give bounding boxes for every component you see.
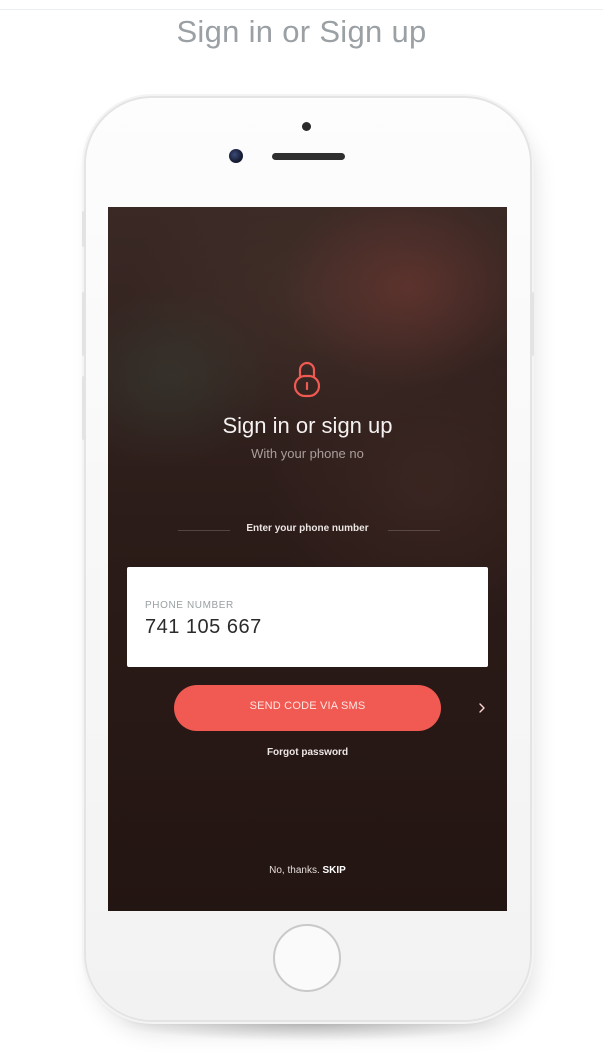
lock-icon xyxy=(293,361,321,398)
chevron-right-icon xyxy=(479,703,485,713)
forgot-password-link[interactable]: Forgot password xyxy=(108,747,507,758)
proximity-sensor xyxy=(302,122,311,131)
screen-subtitle: With your phone no xyxy=(251,446,364,461)
home-button[interactable] xyxy=(273,924,341,992)
volume-up-button xyxy=(82,292,86,356)
send-code-button[interactable]: SEND CODE VIA SMS xyxy=(174,685,485,731)
page: Sign in or Sign up Sign in or sign up Wi… xyxy=(0,0,603,1059)
skip-link[interactable]: SKIP xyxy=(323,865,346,876)
phone-number-field[interactable]: PHONE NUMBER 741 105 667 xyxy=(127,567,488,667)
phone-screen: Sign in or sign up With your phone no En… xyxy=(108,207,507,911)
volume-down-button xyxy=(82,376,86,440)
mute-switch xyxy=(82,211,86,247)
blurred-background xyxy=(108,207,507,911)
phone-number-label: PHONE NUMBER xyxy=(145,600,234,611)
front-camera xyxy=(229,149,243,163)
phone-prompt-label: Enter your phone number xyxy=(246,523,369,534)
page-title: Sign in or Sign up xyxy=(176,14,427,49)
power-button xyxy=(530,292,534,356)
earpiece-speaker xyxy=(272,153,345,160)
phone-number-input[interactable]: 741 105 667 xyxy=(145,616,262,639)
screen-title: Sign in or sign up xyxy=(222,413,393,438)
send-code-label: SEND CODE VIA SMS xyxy=(249,700,366,712)
skip-prefix: No, thanks. xyxy=(269,865,320,876)
skip-row: No, thanks. SKIP xyxy=(108,865,507,876)
top-divider xyxy=(0,9,603,10)
